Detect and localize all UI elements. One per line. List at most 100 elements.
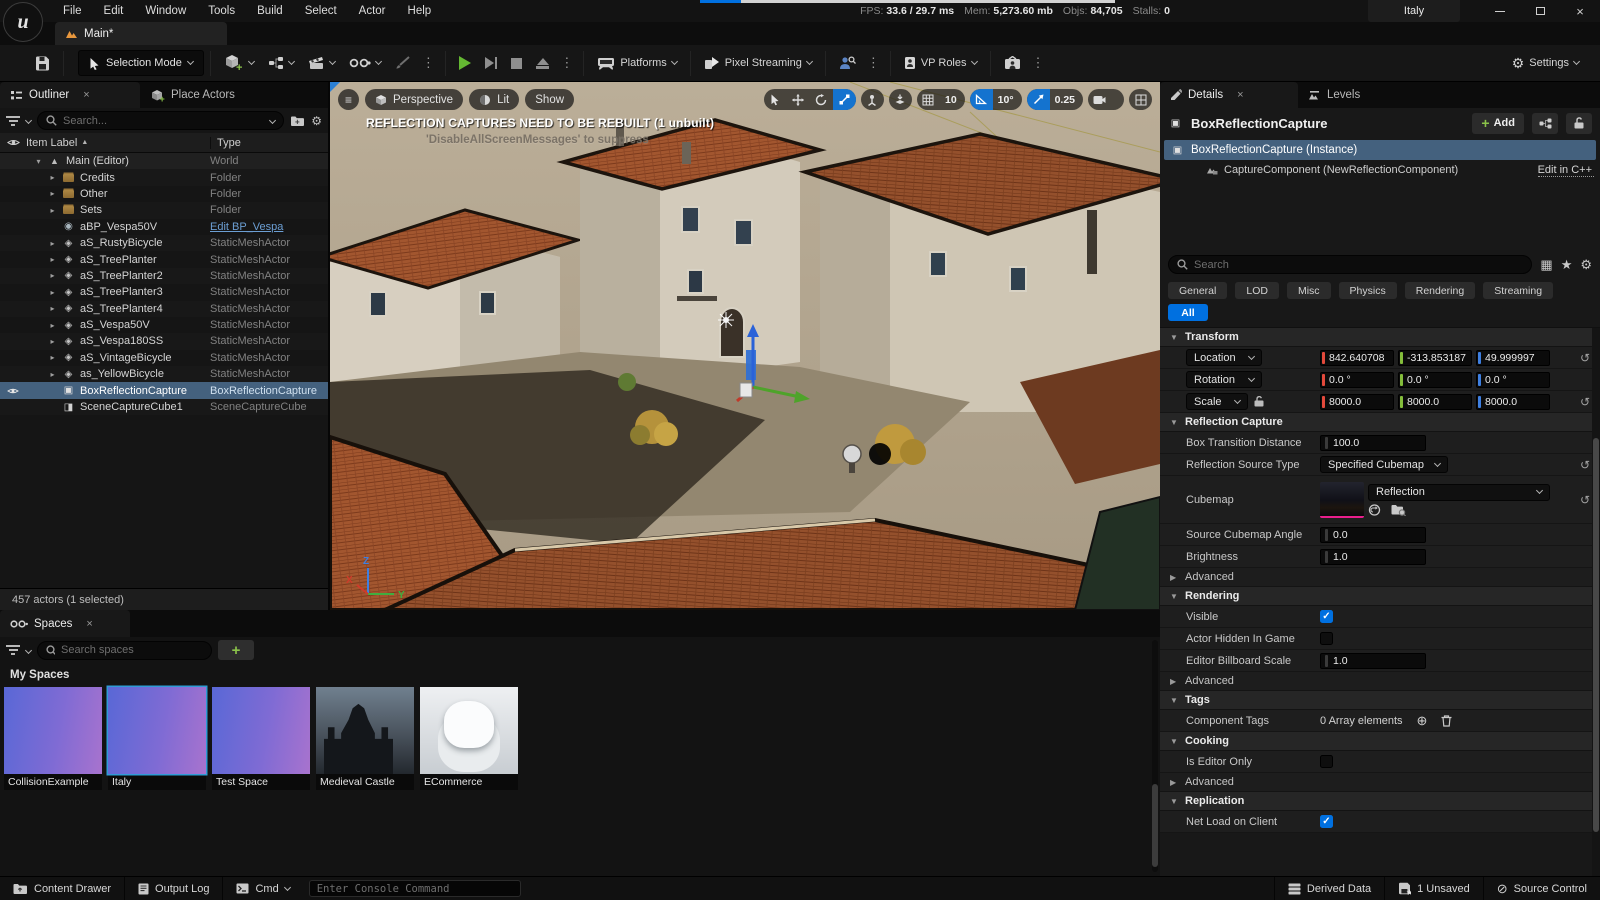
use-selected-asset-icon[interactable] bbox=[1368, 504, 1381, 516]
outliner-row[interactable]: ▸ aS_TreePlanter2 StaticMeshActor bbox=[0, 268, 328, 284]
row-visibility-toggle[interactable] bbox=[0, 321, 26, 329]
advanced-row-reflection[interactable]: ▶Advanced bbox=[1160, 568, 1600, 587]
filter-chip[interactable]: Physics bbox=[1339, 282, 1397, 299]
location-y-input[interactable]: -313.853187 bbox=[1398, 350, 1472, 366]
row-expander[interactable]: ▸ bbox=[48, 255, 57, 264]
outliner-row[interactable]: ▸ aS_TreePlanter4 StaticMeshActor bbox=[0, 301, 328, 317]
space-card[interactable]: ECommerce bbox=[420, 687, 518, 790]
output-log-button[interactable]: Output Log bbox=[125, 877, 223, 900]
menu-item[interactable]: Select bbox=[294, 0, 348, 22]
scale-unlock-icon[interactable] bbox=[1254, 396, 1264, 407]
row-visibility-toggle[interactable] bbox=[0, 387, 26, 395]
filter-chevron-icon[interactable] bbox=[25, 646, 32, 653]
advanced-row-cooking[interactable]: ▶Advanced bbox=[1160, 773, 1600, 792]
space-card[interactable]: Medieval Castle bbox=[316, 687, 414, 790]
row-visibility-toggle[interactable] bbox=[0, 272, 26, 280]
rotate-tool-button[interactable] bbox=[810, 89, 833, 110]
source-type-dropdown[interactable]: Specified Cubemap bbox=[1320, 456, 1448, 473]
billboard-scale-input[interactable]: 1.0 bbox=[1320, 653, 1426, 669]
tab-levels[interactable]: Levels bbox=[1298, 82, 1370, 108]
new-folder-icon[interactable]: + bbox=[290, 115, 305, 127]
details-scrollbar[interactable] bbox=[1592, 328, 1600, 876]
row-expander[interactable]: ▸ bbox=[48, 189, 57, 198]
row-expander[interactable]: ▸ bbox=[48, 239, 57, 248]
clear-array-icon[interactable] bbox=[1441, 715, 1452, 727]
actor-hidden-checkbox[interactable] bbox=[1320, 632, 1333, 645]
show-dropdown[interactable]: Show bbox=[525, 89, 574, 110]
tab-outliner[interactable]: Outliner × bbox=[0, 82, 140, 108]
row-type[interactable]: StaticMeshActor bbox=[210, 335, 328, 347]
filter-chip[interactable]: General bbox=[1168, 282, 1227, 299]
viewport[interactable]: Z Y X ≡ Perspective Lit Show REFLECTION … bbox=[330, 82, 1160, 610]
rotation-y-input[interactable]: 0.0 ° bbox=[1398, 372, 1472, 388]
blueprint-edit-button[interactable] bbox=[1532, 113, 1558, 134]
menu-item[interactable]: Edit bbox=[93, 0, 135, 22]
add-component-button[interactable]: +Add bbox=[1472, 113, 1524, 134]
add-space-button[interactable]: + bbox=[218, 640, 254, 660]
section-transform[interactable]: ▼Transform bbox=[1160, 328, 1600, 347]
world-transform-button[interactable] bbox=[861, 89, 884, 110]
close-tab-icon[interactable]: × bbox=[1237, 89, 1243, 101]
outliner-row[interactable]: ▸ as_YellowBicycle StaticMeshActor bbox=[0, 366, 328, 382]
row-expander[interactable]: ▸ bbox=[48, 271, 57, 280]
is-editor-only-checkbox[interactable] bbox=[1320, 755, 1333, 768]
filter-chip-all[interactable]: All bbox=[1168, 304, 1208, 321]
grid-snap-value[interactable]: 10 bbox=[940, 94, 965, 106]
menu-item[interactable]: Help bbox=[397, 0, 443, 22]
camera-speed-button[interactable] bbox=[1088, 89, 1111, 110]
move-tool-button[interactable] bbox=[787, 89, 810, 110]
reset-source-type-button[interactable]: ↺ bbox=[1580, 458, 1590, 472]
toolbar-overflow-dots[interactable]: ⋮ bbox=[418, 55, 439, 71]
vp-roles-dropdown[interactable]: VP Roles bbox=[897, 50, 984, 77]
row-visibility-toggle[interactable] bbox=[0, 256, 26, 264]
surface-snapping-button[interactable] bbox=[889, 89, 912, 110]
location-dropdown[interactable]: Location bbox=[1186, 349, 1262, 366]
row-type[interactable]: StaticMeshActor bbox=[210, 254, 328, 266]
pixel-streaming-dropdown[interactable]: Pixel Streaming bbox=[697, 50, 819, 77]
row-type[interactable]: Folder bbox=[210, 172, 328, 184]
grid-snap-button[interactable] bbox=[917, 89, 940, 110]
derived-data-button[interactable]: Derived Data bbox=[1274, 877, 1385, 900]
filter-chip[interactable]: Streaming bbox=[1483, 282, 1553, 299]
spaces-search-input[interactable] bbox=[61, 644, 203, 656]
lock-button[interactable] bbox=[1566, 113, 1592, 134]
row-type[interactable]: StaticMeshActor bbox=[210, 303, 328, 315]
row-visibility-toggle[interactable] bbox=[0, 288, 26, 296]
details-search[interactable] bbox=[1168, 255, 1532, 274]
advanced-row-rendering[interactable]: ▶Advanced bbox=[1160, 672, 1600, 691]
column-item-label[interactable]: Item Label bbox=[26, 137, 210, 149]
row-expander[interactable]: ▸ bbox=[48, 321, 57, 330]
save-button[interactable] bbox=[28, 50, 57, 77]
selection-mode-dropdown[interactable]: Selection Mode bbox=[78, 50, 204, 76]
space-card[interactable]: CollisionExample bbox=[4, 687, 102, 790]
tab-details[interactable]: Details × bbox=[1160, 82, 1298, 108]
row-visibility-toggle[interactable] bbox=[0, 305, 26, 313]
row-expander[interactable]: ▸ bbox=[48, 370, 57, 379]
source-control-button[interactable]: ⊘ Source Control bbox=[1484, 877, 1600, 900]
scale-tool-button[interactable] bbox=[833, 89, 856, 110]
edit-in-cpp-link[interactable]: Edit in C++ bbox=[1538, 164, 1594, 177]
section-rendering[interactable]: ▼Rendering bbox=[1160, 587, 1600, 606]
console-command-box[interactable] bbox=[309, 880, 521, 897]
row-type[interactable]: World bbox=[210, 155, 328, 167]
viewport-menu-button[interactable]: ≡ bbox=[338, 89, 359, 110]
scale-x-input[interactable]: 8000.0 bbox=[1320, 394, 1394, 410]
location-z-input[interactable]: 49.999997 bbox=[1476, 350, 1550, 366]
rotation-snap-value[interactable]: 10° bbox=[993, 94, 1022, 106]
outliner-settings-icon[interactable]: ⚙ bbox=[311, 115, 322, 127]
spaces-scrollbar[interactable] bbox=[1152, 640, 1158, 872]
close-tab-icon[interactable]: × bbox=[86, 618, 92, 630]
outliner-row[interactable]: ▸ aS_VintageBicycle StaticMeshActor bbox=[0, 350, 328, 366]
console-command-input[interactable] bbox=[317, 883, 513, 895]
outliner-row[interactable]: ▸ Credits Folder bbox=[0, 169, 328, 185]
row-visibility-toggle[interactable] bbox=[0, 206, 26, 214]
close-tab-icon[interactable]: × bbox=[83, 89, 89, 101]
lit-dropdown[interactable]: Lit bbox=[469, 89, 519, 110]
minimize-button[interactable] bbox=[1480, 0, 1520, 22]
section-tags[interactable]: ▼Tags bbox=[1160, 691, 1600, 710]
settings-dropdown[interactable]: ⚙ Settings bbox=[1505, 50, 1586, 77]
section-reflection-capture[interactable]: ▼Reflection Capture bbox=[1160, 413, 1600, 432]
perspective-dropdown[interactable]: Perspective bbox=[365, 89, 463, 110]
cubemap-angle-input[interactable]: 0.0 bbox=[1320, 527, 1426, 543]
row-type[interactable]: StaticMeshActor bbox=[210, 352, 328, 364]
